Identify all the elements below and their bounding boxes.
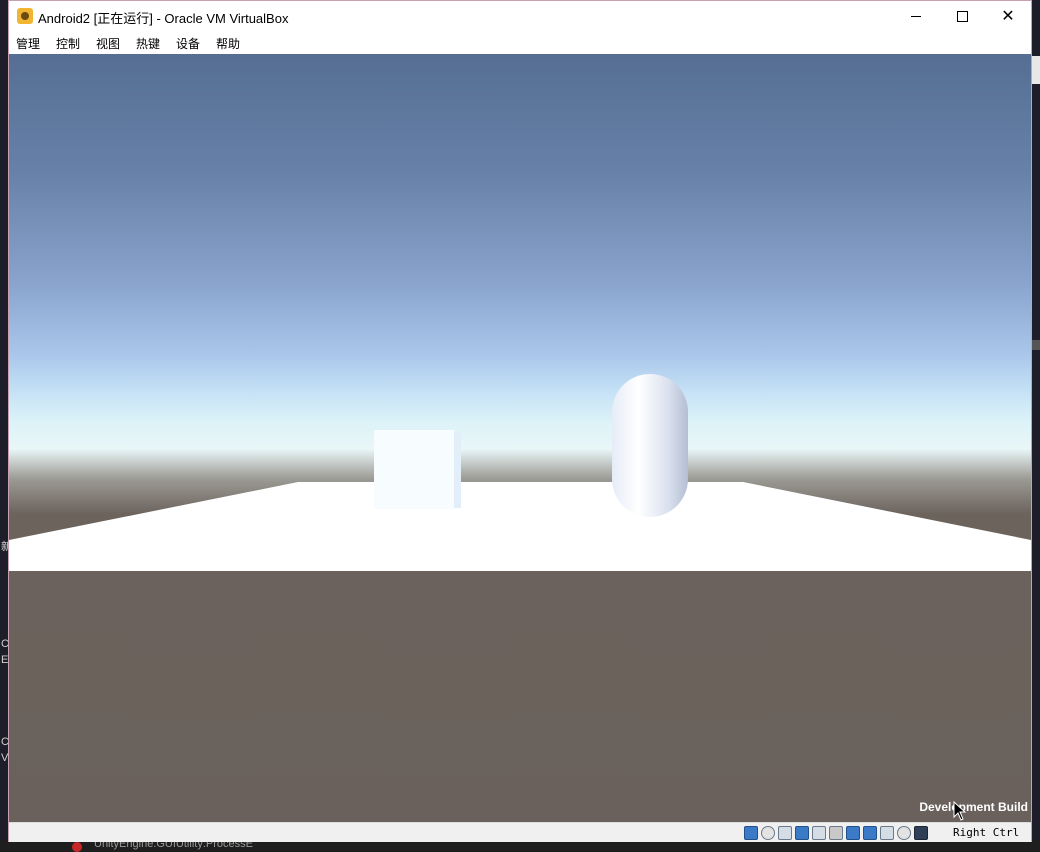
- menu-bar: 管理 控制 视图 热键 设备 帮助: [9, 32, 1031, 54]
- status-bar: Right Ctrl: [9, 822, 1031, 842]
- minimize-button[interactable]: [893, 1, 939, 32]
- minimize-icon: [911, 16, 921, 17]
- game-scene: [9, 374, 1031, 571]
- development-build-label: Development Build: [919, 800, 1028, 814]
- mouse-integration-icon[interactable]: [897, 826, 911, 840]
- vm-display[interactable]: Development Build: [9, 54, 1031, 822]
- hard-disk-icon[interactable]: [744, 826, 758, 840]
- background-app-left: 新 C E C V: [0, 0, 12, 852]
- host-key-icon[interactable]: [914, 826, 928, 840]
- background-app-right: [1032, 0, 1040, 852]
- host-key-label: Right Ctrl: [953, 826, 1020, 839]
- device-indicator-group: [744, 826, 928, 840]
- virtualbox-app-icon[interactable]: [17, 8, 33, 24]
- display-icon[interactable]: [846, 826, 860, 840]
- video-capture-icon[interactable]: [863, 826, 877, 840]
- audio-icon[interactable]: [778, 826, 792, 840]
- shared-folders-icon[interactable]: [829, 826, 843, 840]
- close-button[interactable]: ✕: [985, 1, 1031, 32]
- menu-hotkeys[interactable]: 热键: [136, 35, 160, 52]
- maximize-icon: [956, 11, 968, 22]
- virtualization-icon[interactable]: [880, 826, 894, 840]
- menu-manage[interactable]: 管理: [16, 35, 40, 52]
- network-icon[interactable]: [795, 826, 809, 840]
- menu-control[interactable]: 控制: [56, 35, 80, 52]
- virtualbox-window: Android2 [正在运行] - Oracle VM VirtualBox ✕…: [8, 0, 1032, 842]
- error-icon: [72, 842, 82, 852]
- optical-drive-icon[interactable]: [761, 826, 775, 840]
- menu-help[interactable]: 帮助: [216, 35, 240, 52]
- capsule: [612, 374, 688, 517]
- title-bar[interactable]: Android2 [正在运行] - Oracle VM VirtualBox ✕: [9, 1, 1031, 32]
- close-icon: ✕: [1001, 7, 1015, 25]
- maximize-button[interactable]: [939, 1, 985, 32]
- menu-view[interactable]: 视图: [96, 35, 120, 52]
- ground-plane: [9, 482, 1031, 571]
- usb-icon[interactable]: [812, 826, 826, 840]
- desktop: 新 C E C V UnityEngine.GUIUtility:Process…: [0, 0, 1040, 852]
- cube: [374, 430, 454, 509]
- menu-devices[interactable]: 设备: [176, 35, 200, 52]
- window-title: Android2 [正在运行] - Oracle VM VirtualBox: [38, 11, 289, 26]
- cube-side: [454, 432, 461, 508]
- mouse-cursor-icon: [953, 801, 967, 821]
